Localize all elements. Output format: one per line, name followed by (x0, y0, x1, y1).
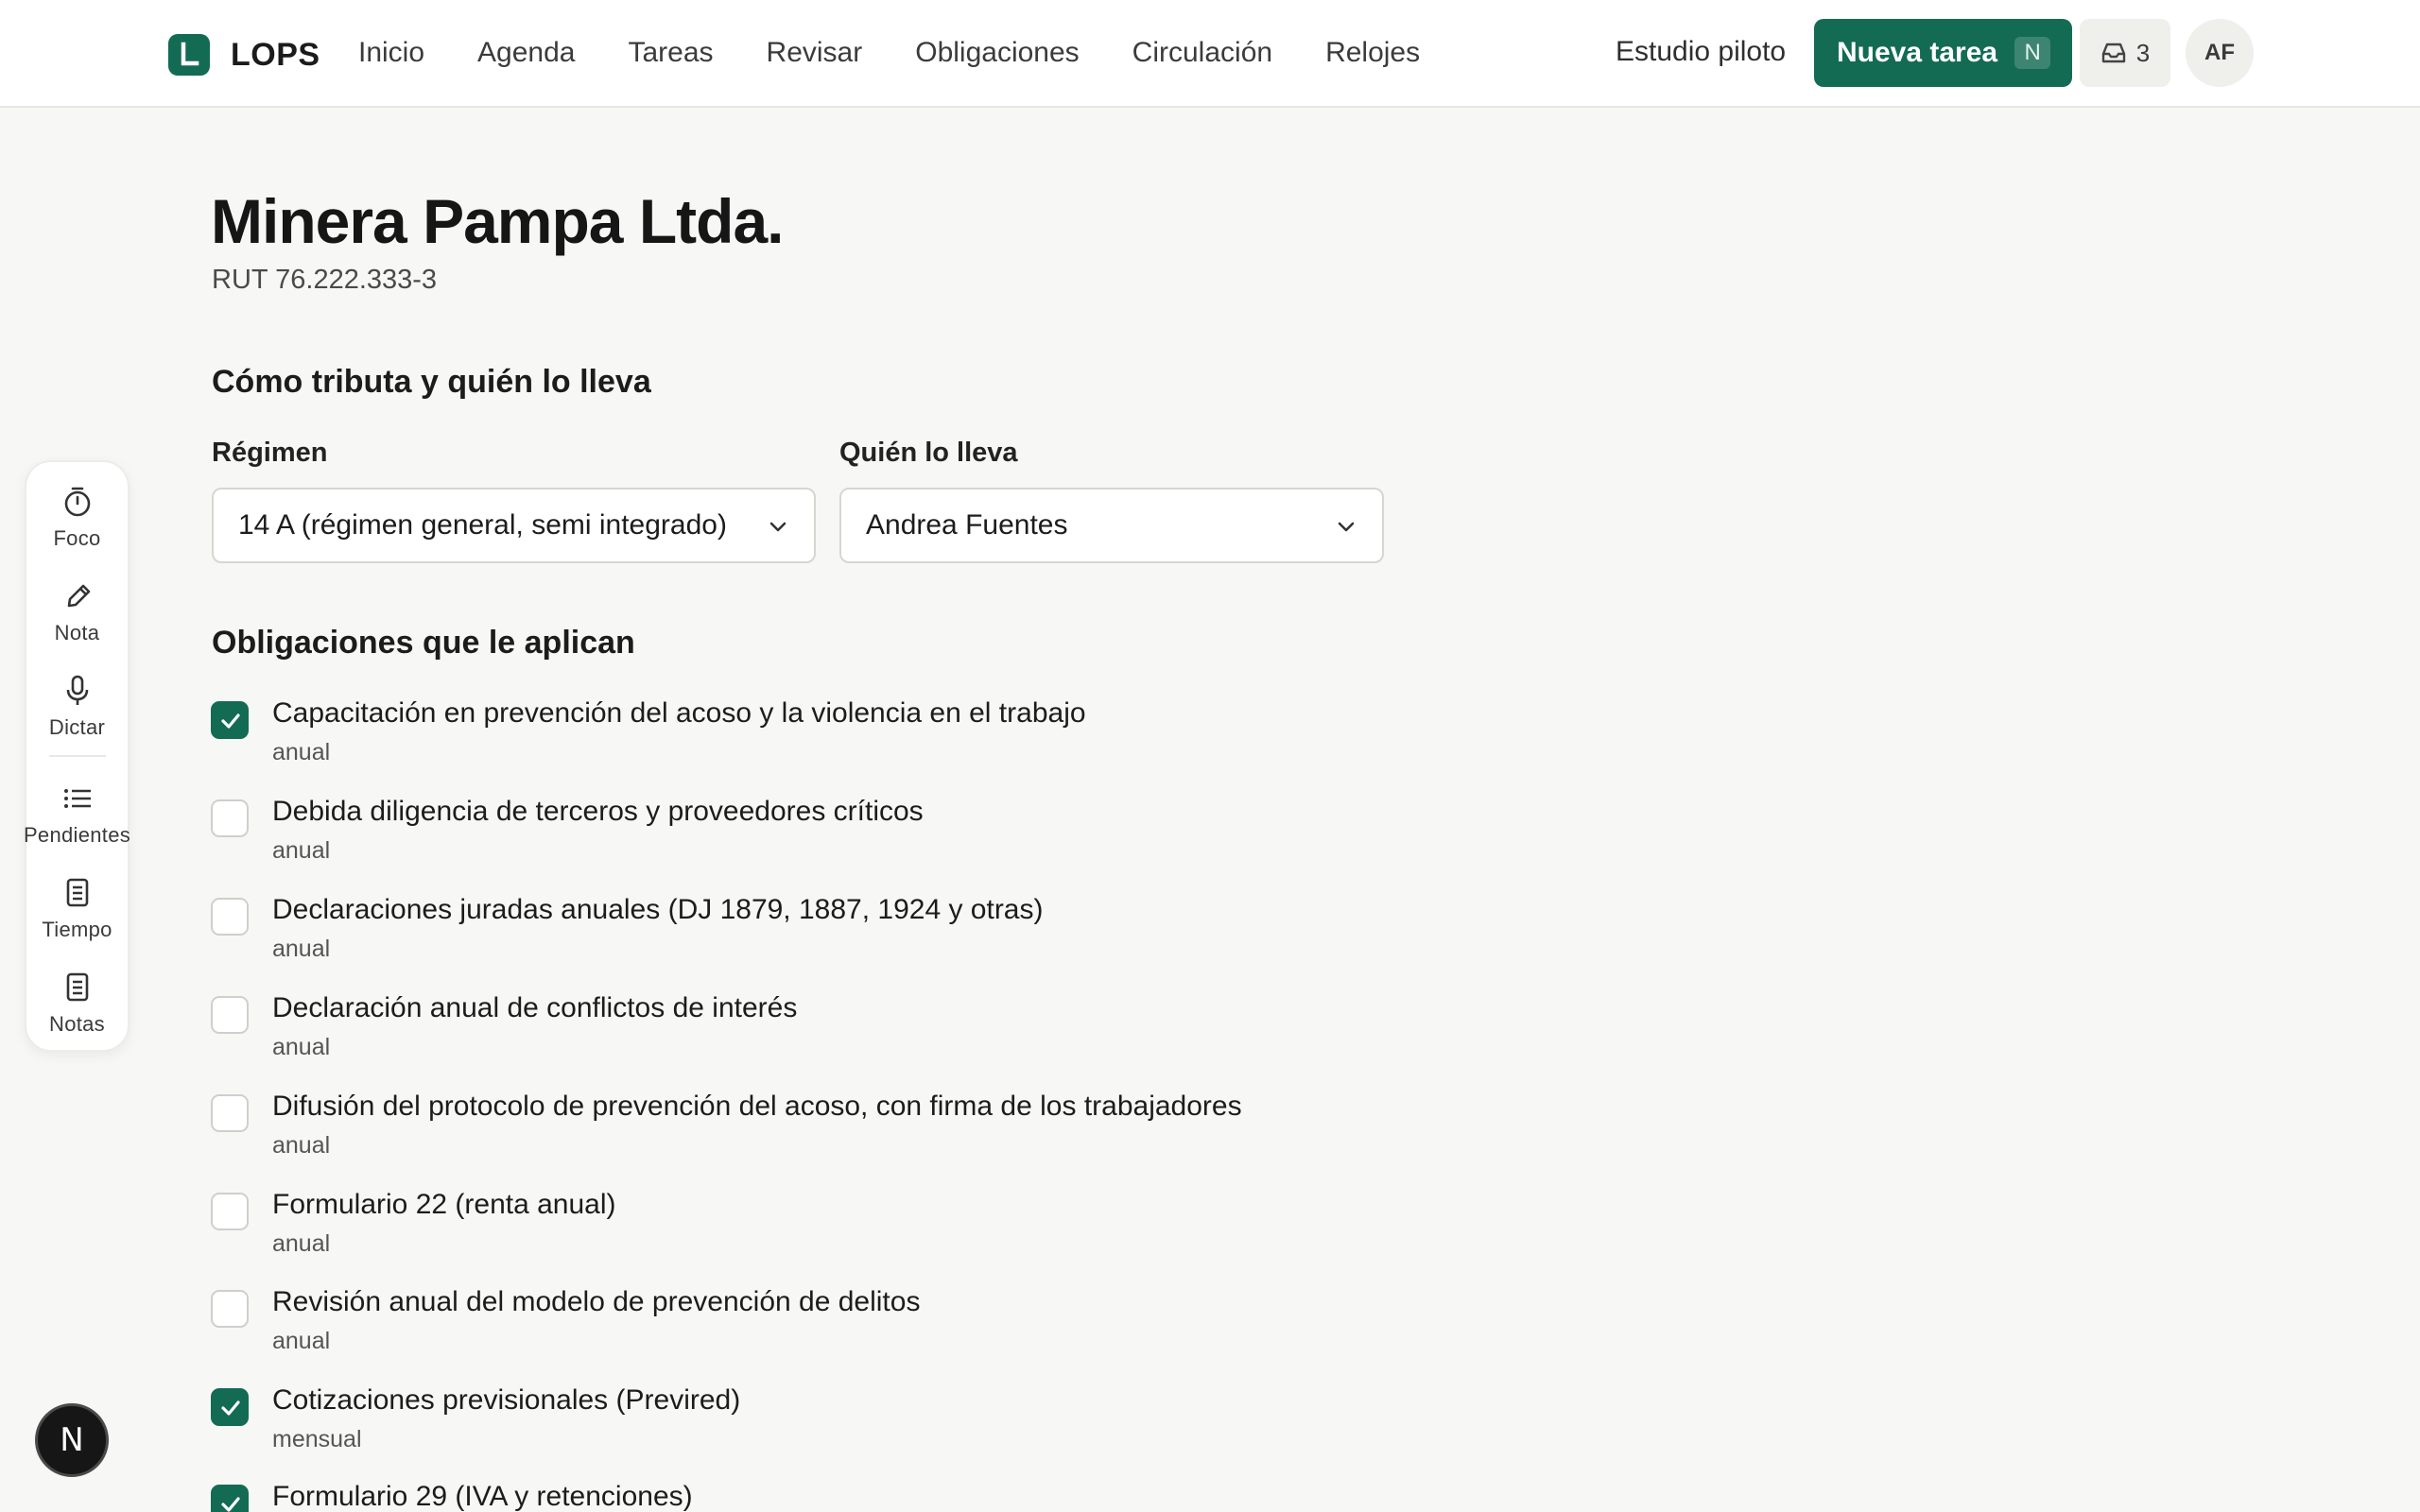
obligation-name: Difusión del protocolo de prevención del… (272, 1091, 1242, 1122)
obligation-name: Revisión anual del modelo de prevención … (272, 1286, 921, 1317)
regime-select[interactable]: 14 A (régimen general, semi integrado) (212, 488, 816, 563)
section-title-obligations: Obligaciones que le aplican (212, 625, 635, 661)
page-title: Minera Pampa Ltda. (211, 186, 784, 256)
logo-icon (168, 34, 210, 76)
new-task-label: Nueva tarea (1837, 37, 1998, 68)
obligation-frequency: anual (272, 837, 331, 864)
obligation-checkbox[interactable] (211, 1193, 249, 1230)
obligation-frequency: anual (272, 936, 331, 962)
check-icon (221, 1400, 240, 1416)
nav-item-circulacion[interactable]: Circulación (1132, 37, 1272, 69)
obligation-name: Declaración anual de conflictos de inter… (272, 992, 798, 1023)
main-nav: Inicio Agenda Tareas Revisar Obligacione… (358, 0, 1473, 106)
obligation-checkbox[interactable] (211, 799, 249, 837)
rail-label: Nota (54, 621, 100, 644)
rail-label: Dictar (48, 715, 106, 739)
rail-item-tiempo[interactable]: Tiempo (26, 876, 128, 942)
obligation-frequency: anual (272, 1328, 331, 1354)
nav-item-relojes[interactable]: Relojes (1325, 37, 1420, 69)
rail-item-pendientes[interactable]: Pendientes (23, 782, 131, 848)
obligation-name: Debida diligencia de terceros y proveedo… (272, 796, 924, 827)
brand-name: LOPS (231, 36, 320, 73)
inbox-button[interactable]: 3 (2080, 19, 2170, 87)
document-icon (66, 878, 88, 907)
owner-select[interactable]: Andrea Fuentes (839, 488, 1384, 563)
document-icon (66, 972, 88, 1002)
obligation-frequency: anual (272, 1230, 331, 1257)
quick-tools-rail: Foco Nota Dictar Pendientes Tiempo Notas (23, 460, 131, 1052)
obligation-name: Capacitación en prevención del acoso y l… (272, 697, 1086, 729)
top-navigation-bar: LOPS Inicio Agenda Tareas Revisar Obliga… (0, 0, 2420, 108)
section-title-tax: Cómo tributa y quién lo lleva (212, 364, 651, 400)
owner-value: Andrea Fuentes (866, 509, 1068, 541)
chevron-down-icon (1338, 522, 1355, 532)
nav-item-tareas[interactable]: Tareas (628, 37, 713, 69)
obligation-name: Cotizaciones previsionales (Previred) (272, 1384, 741, 1416)
regime-value: 14 A (régimen general, semi integrado) (238, 509, 727, 541)
company-rut: RUT 76.222.333-3 (212, 265, 438, 295)
obligation-frequency: mensual (272, 1426, 362, 1452)
owner-label: Quién lo lleva (839, 438, 1018, 468)
shortcut-badge: N (2014, 37, 2051, 69)
microphone-icon (66, 675, 88, 705)
rail-divider (49, 755, 106, 757)
nav-item-agenda[interactable]: Agenda (477, 37, 575, 69)
rail-item-notas[interactable]: Notas (26, 971, 128, 1037)
rail-item-nota[interactable]: Nota (26, 579, 128, 645)
obligation-name: Formulario 29 (IVA y retenciones) (272, 1481, 693, 1512)
obligation-checkbox[interactable] (211, 1290, 249, 1328)
rail-label: Tiempo (42, 918, 112, 941)
dev-tools-button[interactable]: N (35, 1403, 109, 1477)
obligation-frequency: anual (272, 739, 331, 765)
inbox-icon (2101, 43, 2125, 63)
new-task-button[interactable]: Nueva tarea N (1814, 19, 2072, 87)
nav-item-obligaciones[interactable]: Obligaciones (915, 37, 1079, 69)
rail-label: Foco (53, 526, 101, 550)
check-icon (221, 713, 240, 729)
pencil-icon (67, 584, 90, 608)
obligation-checkbox[interactable] (211, 996, 249, 1034)
obligation-checkbox[interactable] (211, 898, 249, 936)
timer-icon (64, 487, 90, 517)
check-icon (221, 1497, 240, 1512)
avatar[interactable]: AF (2186, 19, 2254, 87)
regime-label: Régimen (212, 438, 328, 468)
rail-label: Notas (49, 1012, 105, 1036)
inbox-count: 3 (2135, 38, 2151, 67)
obligation-checkbox[interactable] (211, 1485, 249, 1512)
obligation-name: Formulario 22 (renta anual) (272, 1189, 616, 1220)
list-icon (63, 789, 91, 808)
rail-item-foco[interactable]: Foco (26, 485, 128, 551)
obligation-name: Declaraciones juradas anuales (DJ 1879, … (272, 894, 1044, 925)
studio-switcher[interactable]: Estudio piloto (1616, 36, 1786, 68)
obligation-checkbox[interactable] (211, 1094, 249, 1132)
obligation-checkbox[interactable] (211, 701, 249, 739)
nav-item-revisar[interactable]: Revisar (767, 37, 863, 69)
rail-label: Pendientes (23, 823, 131, 847)
obligation-frequency: anual (272, 1132, 331, 1159)
obligation-frequency: anual (272, 1034, 331, 1060)
brand[interactable]: LOPS (168, 34, 320, 76)
rail-item-dictar[interactable]: Dictar (26, 674, 128, 740)
obligation-checkbox[interactable] (211, 1388, 249, 1426)
chevron-down-icon (769, 522, 786, 532)
nav-item-inicio[interactable]: Inicio (358, 37, 424, 69)
